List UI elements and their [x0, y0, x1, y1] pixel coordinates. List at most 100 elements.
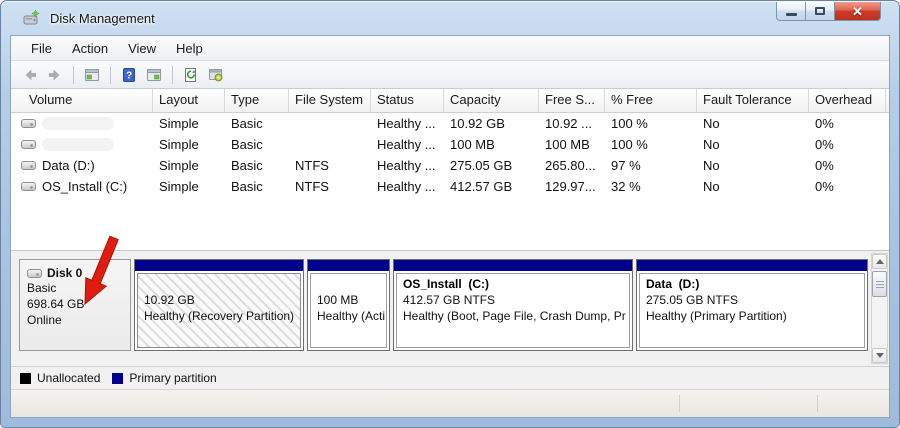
table-row[interactable]: Simple Basic Healthy ... 100 MB 100 MB 1… [11, 134, 889, 155]
table-row[interactable]: OS_Install (C:) Simple Basic NTFS Health… [11, 176, 889, 197]
scroll-down-button[interactable] [872, 348, 887, 363]
maximize-button[interactable] [805, 2, 834, 21]
partition-color-bar [394, 260, 632, 271]
show-action-pane-icon[interactable] [143, 64, 165, 86]
menu-help[interactable]: Help [166, 38, 213, 59]
cell-capacity: 10.92 GB [450, 116, 505, 131]
cell-type: Basic [231, 116, 263, 131]
disk-icon [27, 268, 42, 278]
cell-type: Basic [231, 158, 263, 173]
cell-fault-tolerance: No [703, 137, 720, 152]
column-header-overhead[interactable]: Overhead [809, 89, 886, 112]
partition-system-reserved[interactable]: 100 MB Healthy (Acti [307, 259, 390, 351]
partition-status: Healthy (Recovery Partition) [144, 309, 295, 323]
table-row[interactable]: Simple Basic Healthy ... 10.92 GB 10.92 … [11, 113, 889, 134]
show-console-tree-icon[interactable] [81, 64, 103, 86]
partition-size: 412.57 GB NTFS [403, 293, 496, 307]
toolbar: ? [11, 61, 889, 89]
statusbar-divider [679, 395, 680, 412]
volume-name: Data (D:) [42, 158, 95, 173]
partition-color-bar [308, 260, 389, 271]
disk-0-info[interactable]: Disk 0 Basic 698.64 GB Online [19, 259, 131, 351]
status-bar [11, 389, 889, 417]
cell-pct-free: 100 % [611, 137, 648, 152]
menu-view[interactable]: View [118, 38, 166, 59]
cell-overhead: 0% [815, 179, 834, 194]
partition-body: 10.92 GB Healthy (Recovery Partition) [137, 273, 301, 348]
toolbar-separator [73, 65, 74, 84]
partition-status: Healthy (Acti [317, 309, 386, 323]
chevron-down-icon [875, 353, 884, 358]
cell-pct-free: 100 % [611, 116, 648, 131]
column-header-fault-tolerance[interactable]: Fault Tolerance [697, 89, 809, 112]
column-header-volume[interactable]: Volume [11, 89, 153, 112]
close-button[interactable]: ✕ [834, 2, 881, 21]
cell-pct-free: 32 % [611, 179, 641, 194]
cell-overhead: 0% [815, 137, 834, 152]
cell-capacity: 275.05 GB [450, 158, 513, 173]
volume-table-header: Volume Layout Type File System Status Ca… [11, 89, 889, 113]
forward-icon[interactable] [44, 64, 66, 86]
partition-label: OS_Install (C:) [403, 277, 490, 291]
cell-fault-tolerance: No [703, 116, 720, 131]
scroll-up-button[interactable] [872, 254, 887, 269]
minimize-button[interactable] [776, 2, 805, 21]
partition-status: Healthy (Primary Partition) [646, 309, 787, 323]
cell-overhead: 0% [815, 158, 834, 173]
minimize-icon [785, 12, 797, 16]
toolbar-separator [110, 65, 111, 84]
cell-layout: Simple [159, 158, 199, 173]
partition-color-bar [637, 260, 867, 271]
disk-0-row: Disk 0 Basic 698.64 GB Online 10.92 GB H… [11, 251, 871, 366]
partition-os-install-c[interactable]: OS_Install (C:) 412.57 GB NTFS Healthy (… [393, 259, 633, 351]
app-icon [23, 9, 41, 26]
partition-body: OS_Install (C:) 412.57 GB NTFS Healthy (… [396, 273, 630, 348]
window-title: Disk Management [50, 10, 155, 26]
column-header-pct-free[interactable]: % Free [605, 89, 697, 112]
back-icon[interactable] [19, 64, 41, 86]
column-header-free-space[interactable]: Free S... [539, 89, 605, 112]
legend-bar: Unallocated Primary partition [11, 366, 889, 389]
cell-file-system: NTFS [295, 158, 329, 173]
help-icon[interactable]: ? [118, 64, 140, 86]
volume-icon [21, 140, 36, 149]
redacted-volume-name [42, 138, 114, 151]
partition-body: 100 MB Healthy (Acti [310, 273, 387, 348]
column-header-file-system[interactable]: File System [289, 89, 371, 112]
disk-name: Disk 0 [47, 266, 83, 280]
partition-recovery[interactable]: 10.92 GB Healthy (Recovery Partition) [134, 259, 304, 351]
column-header-type[interactable]: Type [225, 89, 289, 112]
column-header-layout[interactable]: Layout [153, 89, 225, 112]
column-header-capacity[interactable]: Capacity [444, 89, 539, 112]
unallocated-swatch [20, 372, 31, 384]
vertical-scrollbar[interactable] [871, 253, 888, 364]
cell-fault-tolerance: No [703, 158, 720, 173]
volume-icon [21, 119, 36, 128]
cell-type: Basic [231, 137, 263, 152]
menu-action[interactable]: Action [62, 38, 118, 59]
cell-free-space: 129.97... [545, 179, 596, 194]
partition-size: 100 MB [317, 293, 359, 307]
volume-icon [21, 182, 36, 191]
cell-layout: Simple [159, 137, 199, 152]
cell-layout: Simple [159, 116, 199, 131]
statusbar-divider [817, 395, 818, 412]
cell-layout: Simple [159, 179, 199, 194]
cell-status: Healthy ... [377, 179, 436, 194]
cell-free-space: 265.80... [545, 158, 596, 173]
cell-status: Healthy ... [377, 137, 436, 152]
column-header-status[interactable]: Status [371, 89, 444, 112]
partition-status: Healthy (Boot, Page File, Crash Dump, Pr [403, 309, 626, 323]
volume-list: Simple Basic Healthy ... 10.92 GB 10.92 … [11, 113, 889, 250]
redacted-volume-name [42, 117, 114, 130]
menu-file[interactable]: File [21, 38, 62, 59]
disk-type: Basic [27, 281, 57, 295]
window-controls: ✕ [776, 2, 881, 21]
table-row[interactable]: Data (D:) Simple Basic NTFS Healthy ... … [11, 155, 889, 176]
refresh-icon[interactable] [180, 64, 202, 86]
disk-properties-icon[interactable] [205, 64, 227, 86]
cell-free-space: 100 MB [545, 137, 590, 152]
partition-data-d[interactable]: Data (D:) 275.05 GB NTFS Healthy (Primar… [636, 259, 868, 351]
cell-free-space: 10.92 ... [545, 116, 592, 131]
scrollbar-thumb[interactable] [872, 271, 887, 297]
